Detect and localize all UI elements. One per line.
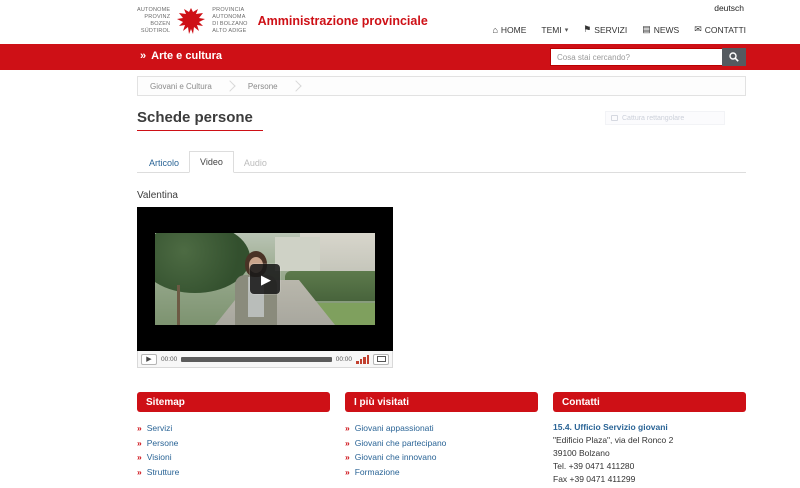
footer-link-strutture[interactable]: » Strutture xyxy=(137,465,330,480)
volume-icon[interactable] xyxy=(356,355,369,364)
title-row: Schede persone Cattura rettangolare xyxy=(137,109,746,135)
footer-heading-contacts: Contatti xyxy=(553,392,746,412)
nav-home[interactable]: ⌂ HOME xyxy=(492,24,526,35)
snip-mode-icon xyxy=(611,115,618,121)
section-title[interactable]: »Arte e cultura xyxy=(140,50,222,62)
arrow-marker: » xyxy=(140,50,146,62)
nav-temi[interactable]: TEMI ▾ xyxy=(541,24,568,35)
logo-text-italian: PROVINCIA AUTONOMA DI BOLZANO ALTO ADIGE xyxy=(212,7,247,35)
home-icon: ⌂ xyxy=(492,25,497,35)
tab-audio[interactable]: Audio xyxy=(234,153,277,173)
content-shell: Giovani e Cultura Persone Schede persone… xyxy=(137,76,746,488)
arrow-icon: » xyxy=(345,465,350,480)
play-overlay-button[interactable]: ▶ xyxy=(250,264,280,294)
page-title: Schede persone xyxy=(137,109,263,131)
search-button[interactable] xyxy=(722,48,746,66)
snip-overlay-ghost: Cattura rettangolare xyxy=(605,111,725,125)
footer-link-visioni[interactable]: » Visioni xyxy=(137,450,330,465)
language-switch-deutsch[interactable]: deutsch xyxy=(714,3,744,13)
arrow-icon: » xyxy=(137,436,142,451)
footer-link-giovani-innovano[interactable]: » Giovani che innovano xyxy=(345,450,538,465)
contact-phone: Tel. +39 0471 411280 xyxy=(553,460,746,473)
site-title: Amministrazione provinciale xyxy=(258,14,428,28)
tab-articolo[interactable]: Articolo xyxy=(139,153,189,173)
video-title: Valentina xyxy=(137,190,746,201)
arrow-icon: » xyxy=(345,421,350,436)
video-screen[interactable]: ▶ xyxy=(137,207,393,351)
breadcrumb-item-giovani[interactable]: Giovani e Cultura xyxy=(138,82,224,91)
play-icon: ▶ xyxy=(146,356,151,363)
search-box xyxy=(550,48,746,66)
search-icon xyxy=(729,52,739,62)
tab-bar: Articolo Video Audio xyxy=(137,151,746,173)
footer-link-servizi[interactable]: » Servizi xyxy=(137,421,330,436)
arrow-icon: » xyxy=(137,450,142,465)
province-logo[interactable]: AUTONOME PROVINZ BOZEN SÜDTIROL PROVINCI… xyxy=(137,5,428,37)
mail-icon: ✉ xyxy=(694,24,702,35)
search-input[interactable] xyxy=(550,48,722,66)
chevron-right-icon xyxy=(224,80,235,91)
news-icon: ▤ xyxy=(642,24,651,35)
footer-link-persone[interactable]: » Persone xyxy=(137,436,330,451)
logo-text-german: AUTONOME PROVINZ BOZEN SÜDTIROL xyxy=(137,7,170,35)
arrow-icon: » xyxy=(137,465,142,480)
bookmark-icon: ⚑ xyxy=(583,24,591,35)
scene-building-2 xyxy=(275,237,320,271)
play-button[interactable]: ▶ xyxy=(141,354,157,365)
footer-link-giovani-partecipano[interactable]: » Giovani che partecipano xyxy=(345,436,538,451)
main-navigation: ⌂ HOME TEMI ▾ ⚑ SERVIZI ▤ NEWS ✉ CONTATT… xyxy=(492,24,746,35)
scene-pole xyxy=(177,285,180,325)
footer-heading-most-visited: I più visitati xyxy=(345,392,538,412)
breadcrumb-item-persone[interactable]: Persone xyxy=(236,82,290,91)
fullscreen-button[interactable] xyxy=(373,354,389,365)
footer-heading-sitemap: Sitemap xyxy=(137,392,330,412)
footer-column-most-visited: I più visitati » Giovani appassionati » … xyxy=(345,392,538,488)
footer-link-giovani-appassionati[interactable]: » Giovani appassionati xyxy=(345,421,538,436)
duration: 00:00 xyxy=(336,356,352,363)
contact-address: "Edificio Plaza", via del Ronco 2 xyxy=(553,434,746,447)
arrow-icon: » xyxy=(345,450,350,465)
footer-column-contacts: Contatti 15.4. Ufficio Servizio giovani … xyxy=(553,392,746,488)
breadcrumb: Giovani e Cultura Persone xyxy=(137,76,746,96)
chevron-down-icon: ▾ xyxy=(565,26,569,34)
footer-link-formazione[interactable]: » Formazione xyxy=(345,465,538,480)
progress-bar[interactable] xyxy=(181,357,331,362)
fullscreen-icon xyxy=(377,356,386,362)
nav-news[interactable]: ▤ NEWS xyxy=(642,24,679,35)
footer-column-sitemap: Sitemap » Servizi » Persone » Visioni » … xyxy=(137,392,330,488)
arrow-icon: » xyxy=(345,436,350,451)
top-header: AUTONOME PROVINZ BOZEN SÜDTIROL PROVINCI… xyxy=(0,0,800,44)
current-time: 00:00 xyxy=(161,356,177,363)
play-icon: ▶ xyxy=(261,273,271,286)
arrow-icon: » xyxy=(137,421,142,436)
video-player: ▶ ▶ 00:00 00:00 xyxy=(137,207,393,368)
footer: Sitemap » Servizi » Persone » Visioni » … xyxy=(137,392,746,488)
contact-city: 39100 Bolzano xyxy=(553,447,746,460)
section-banner: »Arte e cultura xyxy=(0,44,800,70)
nav-contatti[interactable]: ✉ CONTATTI xyxy=(694,24,746,35)
contact-office-link[interactable]: 15.4. Ufficio Servizio giovani xyxy=(553,421,746,434)
nav-servizi[interactable]: ⚑ SERVIZI xyxy=(583,24,627,35)
video-controls: ▶ 00:00 00:00 xyxy=(137,351,393,368)
eagle-icon xyxy=(176,5,206,37)
tab-video[interactable]: Video xyxy=(189,151,234,173)
contact-fax: Fax +39 0471 411299 xyxy=(553,473,746,486)
chevron-right-icon xyxy=(290,80,301,91)
